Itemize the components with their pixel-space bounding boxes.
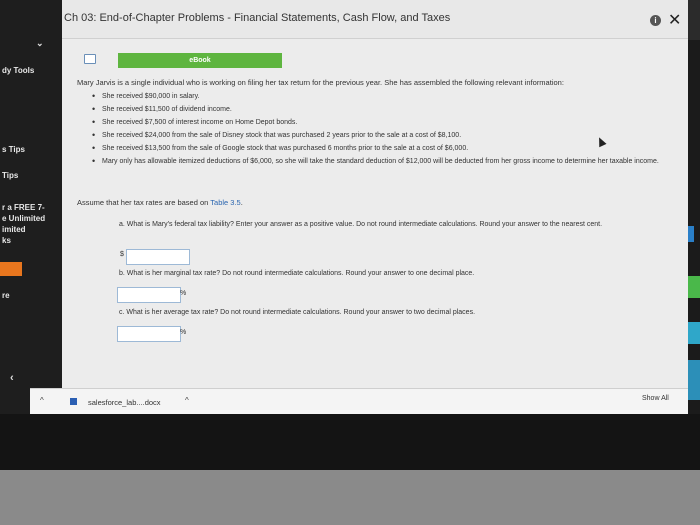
list-item: She received $24,000 from the sale of Di… (92, 129, 672, 142)
left-sidebar: dy Tools ⌄ s Tips Tips r a FREE 7- e Unl… (0, 0, 62, 440)
close-icon[interactable]: ✕ (668, 10, 681, 30)
list-item: She received $7,500 of interest income o… (92, 116, 672, 129)
question-a: a. What is Mary's federal tax liability?… (119, 221, 603, 228)
answer-c-input[interactable] (117, 326, 181, 342)
desk-surface (0, 470, 700, 525)
sidebar-study-tools[interactable]: dy Tools (2, 66, 34, 76)
collapse-arrow-icon[interactable]: ‹ (10, 372, 14, 384)
blue-tab-icon (688, 360, 700, 400)
dollar-unit: $ (120, 251, 124, 258)
list-item: She received $11,500 of dividend income. (92, 103, 672, 116)
window-titlebar: Ch 03: End-of-Chapter Problems - Financi… (62, 0, 688, 39)
list-item: She received $13,500 from the sale of Go… (92, 142, 672, 155)
sidebar-orange-tab[interactable] (0, 262, 22, 276)
chevron-up-icon[interactable]: ^ (40, 396, 44, 405)
list-item: She received $90,000 in salary. (92, 90, 672, 103)
info-icon[interactable]: i (650, 15, 661, 26)
table-link[interactable]: Table 3.5 (210, 198, 240, 207)
assumption-text: Assume that her tax rates are based on T… (77, 198, 243, 207)
sidebar-promo-line-3: imited (2, 225, 26, 234)
list-item: Mary only has allowable itemized deducti… (92, 155, 672, 168)
assumption-suffix: . (240, 198, 243, 207)
percent-unit: % (180, 329, 187, 336)
blue-tab-icon (688, 226, 694, 242)
question-c: c. What is her average tax rate? Do not … (119, 309, 476, 316)
sidebar-tips-1[interactable]: s Tips (2, 145, 25, 155)
window-title: Ch 03: End-of-Chapter Problems - Financi… (64, 12, 451, 24)
sidebar-promo-line-2: e Unlimited (2, 214, 46, 223)
problem-window: Ch 03: End-of-Chapter Problems - Financi… (62, 0, 688, 392)
download-file-name[interactable]: salesforce_lab....docx (88, 398, 161, 407)
green-tab-icon (688, 276, 700, 298)
question-b: b. What is her marginal tax rate? Do not… (119, 270, 475, 277)
percent-unit: % (180, 290, 187, 297)
right-edge-strip (688, 40, 700, 440)
sidebar-tips-2[interactable]: Tips (2, 171, 18, 181)
screen-bezel (0, 414, 700, 470)
ebook-button[interactable]: eBook (118, 53, 282, 68)
problem-intro: Mary Jarvis is a single individual who i… (77, 78, 564, 87)
chevron-up-icon[interactable]: ^ (185, 396, 189, 405)
answer-a-input[interactable] (126, 249, 190, 265)
assumption-prefix: Assume that her tax rates are based on (77, 198, 211, 207)
answer-b-input[interactable] (117, 287, 181, 303)
teal-tab-icon (688, 322, 700, 344)
book-icon[interactable] (84, 54, 96, 64)
sidebar-promo-line-4: ks (2, 236, 11, 245)
chevron-down-icon[interactable]: ⌄ (36, 38, 44, 49)
sidebar-promo-line-1: r a FREE 7- (2, 203, 45, 212)
sidebar-re-label[interactable]: re (2, 291, 10, 301)
show-all-button[interactable]: Show All (642, 395, 669, 402)
facts-list: She received $90,000 in salary. She rece… (92, 90, 672, 168)
word-file-icon (70, 398, 77, 405)
download-bar: ^ salesforce_lab....docx ^ Show All (30, 388, 688, 415)
